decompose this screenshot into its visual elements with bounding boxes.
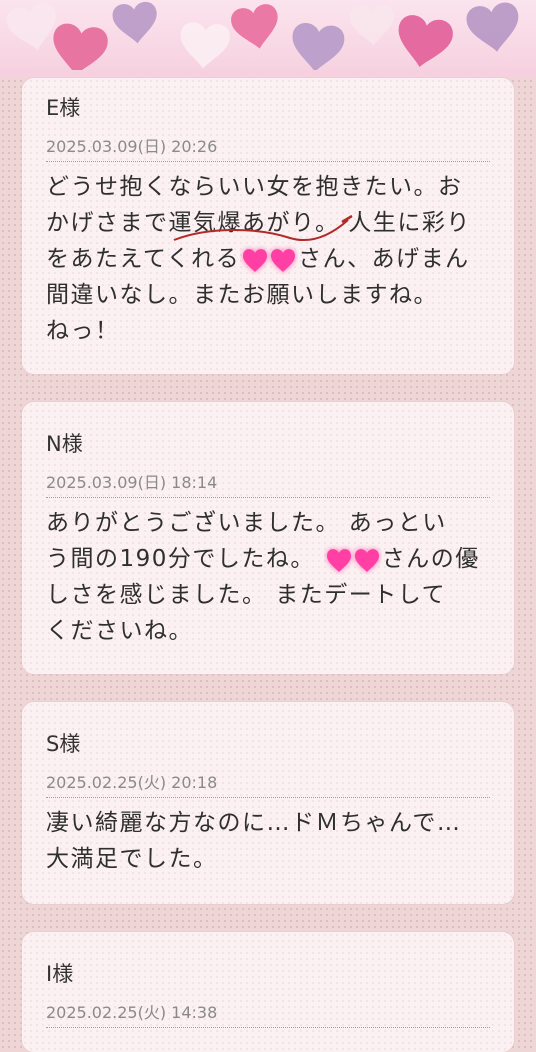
review-text-line: 間違いなし。またお願いしますね。 (46, 278, 438, 312)
review-card: N様 2025.03.09(日) 18:14 ありがとうございました。 あっとい う間… (22, 402, 514, 674)
review-text-line: どうせ抱くならいい女を抱きたい。お (46, 170, 463, 204)
text-segment: 凄い綺麗な方なのに…ドＭちゃんで… (46, 810, 462, 836)
review-text-line: しさを感じました。 またデートして (46, 578, 446, 612)
review-date: 2025.03.09(日) 18:14 (46, 473, 218, 492)
text-segment: ありがとうございました。 あっとい (46, 510, 447, 536)
text-segment: さんの優 (381, 546, 480, 572)
text-segment: 間違いなし。またお願いしますね。 (46, 282, 438, 308)
review-text-line: ねっ！ (46, 314, 120, 348)
review-text-line: 凄い綺麗な方なのに…ドＭちゃんで… (46, 806, 461, 840)
heart-icon (464, 0, 523, 56)
reviewer-name: E様 (46, 96, 81, 120)
review-date: 2025.03.09(日) 20:26 (46, 137, 218, 156)
heart-icon (289, 21, 346, 75)
lace-edge (0, 70, 536, 78)
review-card: E様 2025.03.09(日) 20:26 どうせ抱くならいい女を抱きたい。お かげ… (22, 78, 514, 374)
review-text-line: くださいね。 (46, 614, 193, 648)
heart-icon (392, 12, 456, 72)
heart-emoji (324, 546, 382, 572)
reviewer-name: S様 (46, 732, 81, 756)
review-text-line: う間の190分でしたね。 さんの優 (46, 542, 480, 576)
divider (46, 161, 490, 162)
text-segment: ねっ！ (46, 318, 120, 344)
heart-pattern (4, 0, 523, 78)
review-text-line: ありがとうございました。 あっとい (46, 506, 447, 540)
review-text-line: 大満足でした。 (46, 842, 218, 876)
decorative-heart-banner (0, 0, 536, 78)
divider (46, 1027, 490, 1028)
heart-icon (111, 0, 160, 46)
review-date: 2025.02.25(火) 20:18 (46, 773, 218, 792)
text-segment: しさを感じました。 またデートして (46, 582, 447, 608)
heart-icon (178, 21, 231, 71)
text-segment: 大満足でした。 (46, 846, 218, 872)
text-segment: くださいね。 (46, 618, 193, 644)
reviewer-name: N様 (46, 432, 83, 456)
heart-icon (4, 0, 63, 56)
divider (46, 797, 490, 798)
review-date: 2025.02.25(火) 14:38 (46, 1003, 218, 1022)
review-card: I様 2025.02.25(火) 14:38 (22, 932, 514, 1052)
double-heart-icon (326, 548, 379, 572)
reviewer-name: I様 (46, 962, 74, 986)
handwritten-underline (173, 214, 353, 241)
text-segment: う間の190分でしたね。 (46, 546, 324, 572)
text-segment: どうせ抱くならいい女を抱きたい。お (46, 174, 463, 200)
divider (46, 497, 490, 498)
heart-icon (348, 3, 396, 47)
heart-icon (229, 2, 283, 53)
review-card: S様 2025.02.25(火) 20:18 凄い綺麗な方なのに…ドＭちゃんで… 大満… (22, 702, 514, 904)
